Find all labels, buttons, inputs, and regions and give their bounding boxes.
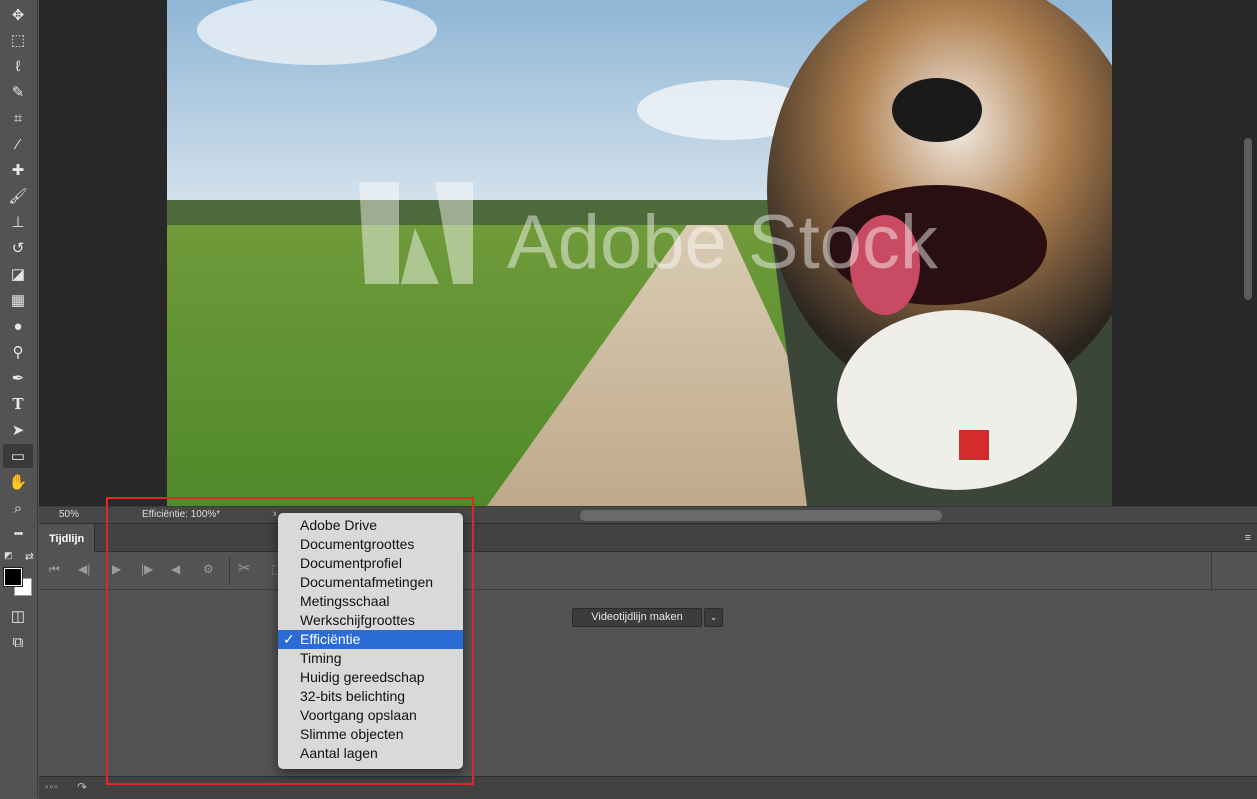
brush-tool-icon[interactable]: 🖌 xyxy=(3,184,33,208)
history-brush-tool-icon[interactable]: ↺ xyxy=(3,236,33,260)
lasso-tool-icon[interactable]: ℓ xyxy=(3,54,33,78)
menu-item[interactable]: Voortgang opslaan xyxy=(278,706,463,725)
menu-item[interactable]: Timing xyxy=(278,649,463,668)
zoom-level[interactable]: 50% xyxy=(59,509,79,520)
menu-item-label: 32-bits belichting xyxy=(300,688,406,704)
pen-tool-icon[interactable]: ✒ xyxy=(3,366,33,390)
clone-stamp-tool-icon[interactable]: ⊥ xyxy=(3,210,33,234)
menu-item-label: Documentprofiel xyxy=(300,555,402,571)
scissors-icon[interactable]: ✂ xyxy=(238,561,251,576)
menu-item[interactable]: Documentgroottes xyxy=(278,535,463,554)
panel-menu-icon[interactable]: ≡ xyxy=(1245,532,1251,544)
menu-item-label: Werkschijfgroottes xyxy=(300,612,415,628)
crop-tool-icon[interactable]: ⌗ xyxy=(3,106,33,130)
color-swatches: ◩ ⇄ xyxy=(3,550,34,598)
quick-selection-tool-icon[interactable]: ✎ xyxy=(3,80,33,104)
menu-item[interactable]: ✓ Efficiëntie xyxy=(278,630,463,649)
gradient-tool-icon[interactable]: ▦ xyxy=(3,288,33,312)
move-tool-icon[interactable]: ✥ xyxy=(3,3,33,27)
timeline-controls: ⏮ ◀| ▶ |▶ ◀ ⚙ ✂ ⬚ xyxy=(39,552,1257,590)
timeline-panel: Tijdlijn ≡ ⏮ ◀| ▶ |▶ ◀ ⚙ ✂ ⬚ Videotijdli… xyxy=(39,523,1257,799)
status-info-menu: Adobe Drive Documentgroottes Documentprofi… xyxy=(278,513,463,769)
status-bar: 50% Efficiëntie: 100%* › xyxy=(39,506,1257,523)
create-video-timeline-button[interactable]: Videotijdlijn maken xyxy=(572,608,702,627)
menu-item[interactable]: Documentprofiel xyxy=(278,554,463,573)
menu-item[interactable]: Werkschijfgroottes xyxy=(278,611,463,630)
play-button[interactable]: ▶ xyxy=(112,563,121,575)
menu-item[interactable]: Metingsschaal xyxy=(278,592,463,611)
dog-photo: Adobe Stock xyxy=(167,0,1112,506)
menu-item[interactable]: 32-bits belichting xyxy=(278,687,463,706)
menu-item[interactable]: Aantal lagen xyxy=(278,744,463,763)
menu-item-label: Slimme objecten xyxy=(300,726,404,742)
default-colors-icon[interactable]: ◩ xyxy=(4,550,13,561)
panel-tab-bar: Tijdlijn ≡ xyxy=(39,524,1257,552)
menu-item[interactable]: Documentafmetingen xyxy=(278,573,463,592)
divider xyxy=(229,557,230,585)
eraser-tool-icon[interactable]: ◪ xyxy=(3,262,33,286)
healing-brush-tool-icon[interactable]: ✚ xyxy=(3,158,33,182)
divider xyxy=(1211,552,1212,590)
type-tool-icon[interactable]: T xyxy=(3,392,33,416)
menu-item-label: Voortgang opslaan xyxy=(300,707,417,723)
chevron-down-icon[interactable]: ⌄ xyxy=(704,608,723,627)
menu-item-label: Timing xyxy=(300,650,342,666)
previous-frame-button[interactable]: ◀| xyxy=(78,563,90,575)
tools-panel: ✥ ⬚ ℓ ✎ ⌗ ⁄ ✚ 🖌 ⊥ ↺ ◪ ▦ ● ⚲ ✒ T ➤ ▭ ✋ ⌕ ••• ◩ ⇄ ◫ ⧉ xyxy=(0,0,38,798)
timeline-footer: ▫▫▫ ↷ xyxy=(39,776,1257,799)
more-tools-icon[interactable]: ••• xyxy=(3,522,33,546)
render-video-icon[interactable]: ↷ xyxy=(77,780,87,794)
audio-icon[interactable]: ◀ xyxy=(171,563,180,575)
frame-animation-icon[interactable]: ▫▫▫ xyxy=(45,782,59,793)
menu-item-label: Adobe Drive xyxy=(300,517,378,533)
quick-mask-tool-icon[interactable]: ◫ xyxy=(3,604,33,628)
menu-item-label: Huidig gereedschap xyxy=(300,669,425,685)
checkmark-icon: ✓ xyxy=(283,631,295,647)
hand-tool-icon[interactable]: ✋ xyxy=(3,470,33,494)
screen-mode-tool-icon[interactable]: ⧉ xyxy=(3,630,33,654)
menu-item[interactable]: Huidig gereedschap xyxy=(278,668,463,687)
stock-watermark: Adobe Stock xyxy=(507,200,939,285)
menu-item-label: Documentafmetingen xyxy=(300,574,434,590)
menu-item[interactable]: Slimme objecten xyxy=(278,725,463,744)
menu-item-label: Metingsschaal xyxy=(300,593,390,609)
status-info: Efficiëntie: 100%* xyxy=(142,509,221,520)
eyedropper-tool-icon[interactable]: ⁄ xyxy=(3,132,33,156)
dodge-tool-icon[interactable]: ⚲ xyxy=(3,340,33,364)
marquee-tool-icon[interactable]: ⬚ xyxy=(3,28,33,52)
swap-colors-icon[interactable]: ⇄ xyxy=(25,550,34,563)
tab-timeline[interactable]: Tijdlijn xyxy=(39,524,96,552)
horizontal-scrollbar-thumb[interactable] xyxy=(580,510,942,521)
settings-icon[interactable]: ⚙ xyxy=(203,563,214,575)
menu-item[interactable]: Adobe Drive xyxy=(278,516,463,535)
menu-item-label: Aantal lagen xyxy=(300,745,378,761)
vertical-scrollbar[interactable] xyxy=(1243,0,1255,506)
menu-item-label: Documentgroottes xyxy=(300,536,415,552)
next-frame-button[interactable]: |▶ xyxy=(141,563,153,575)
canvas-area[interactable]: Adobe Stock xyxy=(39,0,1257,506)
first-frame-button[interactable]: ⏮ xyxy=(49,563,60,575)
zoom-tool-icon[interactable]: ⌕ xyxy=(3,496,33,520)
menu-item-label: Efficiëntie xyxy=(300,631,361,647)
status-menu-arrow[interactable]: › xyxy=(273,508,277,520)
rectangle-tool-icon[interactable]: ▭ xyxy=(3,444,33,468)
document-image[interactable]: Adobe Stock xyxy=(167,0,1112,506)
foreground-color[interactable] xyxy=(3,567,23,587)
path-selection-tool-icon[interactable]: ➤ xyxy=(3,418,33,442)
vertical-scrollbar-thumb[interactable] xyxy=(1244,138,1252,300)
blur-tool-icon[interactable]: ● xyxy=(3,314,33,338)
